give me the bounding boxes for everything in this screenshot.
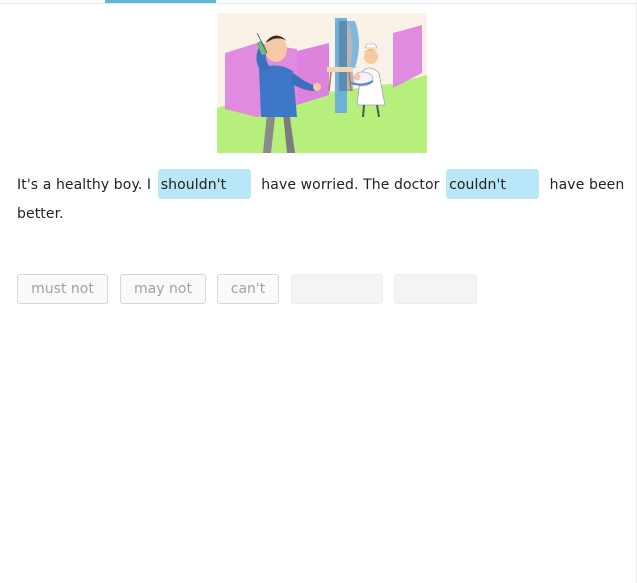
word-chip-cant[interactable]: can't <box>217 274 279 304</box>
answer-slot-2[interactable]: couldn't <box>446 169 540 199</box>
word-chip-empty-slot <box>394 274 477 304</box>
word-chip-may-not[interactable]: may not <box>120 274 206 304</box>
word-chip-empty-slot <box>291 274 383 304</box>
sentence-part-2: have worried. The doctor <box>261 177 440 193</box>
illustration-image <box>217 13 427 153</box>
word-chip-must-not[interactable]: must not <box>17 274 108 304</box>
sentence-part-1: It's a healthy boy. I <box>17 177 152 193</box>
active-tab-indicator <box>105 0 216 3</box>
answer-slot-1[interactable]: shouldn't <box>157 169 251 199</box>
top-divider <box>0 3 637 4</box>
exercise-sentence: It's a healthy boy. I shouldn't have wor… <box>17 169 627 229</box>
